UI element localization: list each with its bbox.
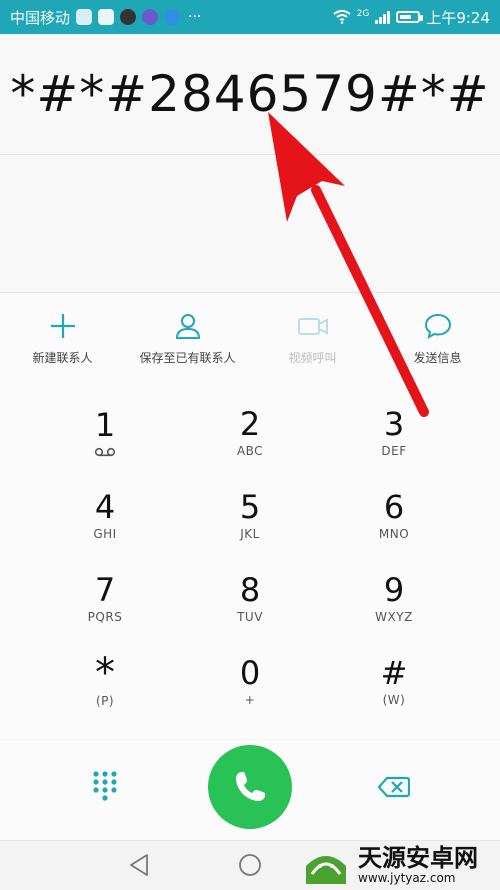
key-digit: 1 <box>94 406 116 444</box>
save-to-existing-contact-button[interactable]: 保存至已有联系人 <box>125 293 250 389</box>
video-call-label: 视频呼叫 <box>288 351 337 365</box>
key-3[interactable]: 3 DEF <box>339 391 449 473</box>
call-button[interactable] <box>208 745 292 829</box>
android-logo-icon <box>306 856 346 884</box>
key-7[interactable]: 7 PQRS <box>50 557 160 639</box>
key-digit: 3 <box>383 405 405 443</box>
key-letters: PQRS <box>87 610 123 624</box>
key-letters: WXYZ <box>375 610 413 624</box>
key-4[interactable]: 4 GHI <box>50 474 160 556</box>
key-letters: JKL <box>240 527 260 541</box>
key-letters: ABC <box>236 444 264 458</box>
key-letters: TUV <box>237 610 263 624</box>
key-letters: (W) <box>382 693 406 707</box>
key-digit: 6 <box>383 488 405 526</box>
music-app-icon <box>142 9 159 25</box>
save-to-existing-contact-label: 保存至已有联系人 <box>139 351 236 365</box>
key-digit: # <box>380 654 408 692</box>
watermark-url: www.jytyaz.com <box>358 871 456 885</box>
video-camera-icon <box>297 318 328 335</box>
dialed-number: *#*#2846579#*# <box>10 65 490 123</box>
nav-back-button[interactable] <box>128 853 150 881</box>
key-star[interactable]: * (P) <box>50 640 160 722</box>
backspace-icon <box>377 776 411 798</box>
key-digit: * <box>95 650 115 696</box>
key-6[interactable]: 6 MNO <box>339 474 449 556</box>
key-2[interactable]: 2 ABC <box>195 391 305 473</box>
phone-icon <box>236 772 265 801</box>
key-letters: GHI <box>93 527 117 541</box>
tiktok-app-icon <box>120 9 137 25</box>
network-type-label: 2G <box>356 8 370 19</box>
new-contact-label: 新建联系人 <box>32 351 93 365</box>
nav-home-button[interactable] <box>238 853 262 881</box>
key-letters: (P) <box>95 694 115 708</box>
wifi-icon <box>333 10 351 24</box>
home-circle-icon <box>239 854 261 876</box>
key-hash[interactable]: # (W) <box>339 640 449 722</box>
backspace-button[interactable] <box>377 776 411 802</box>
video-call-button[interactable]: 视频呼叫 <box>250 293 375 389</box>
key-5[interactable]: 5 JKL <box>195 474 305 556</box>
number-display[interactable]: *#*#2846579#*# <box>0 34 500 155</box>
dialer-bottom-bar <box>0 740 500 840</box>
more-notifications-icon: ··· <box>188 9 202 25</box>
signal-icon <box>375 10 391 24</box>
battery-icon <box>396 11 424 23</box>
dialpad-toggle-button[interactable] <box>92 770 118 806</box>
photo-app-icon <box>98 9 115 25</box>
key-letters: DEF <box>381 444 407 458</box>
key-digit: 0 <box>239 654 261 692</box>
key-digit: 9 <box>383 571 405 609</box>
dial-keypad: 1 2 ABC 3 DEF 4 GHI 5 JKL 6 MNO 7 PQRS 8… <box>0 389 500 739</box>
key-digit: 2 <box>239 405 261 443</box>
key-digit: 7 <box>94 571 116 609</box>
message-bubble-icon <box>424 313 451 339</box>
status-bar: 中国移动 ··· 2G 上午9:24 <box>0 0 500 34</box>
key-9[interactable]: 9 WXYZ <box>339 557 449 639</box>
voicemail-icon <box>94 447 116 457</box>
browser-app-icon <box>164 9 181 25</box>
person-icon <box>175 314 200 339</box>
key-digit: 8 <box>239 571 261 609</box>
send-message-label: 发送信息 <box>413 351 462 365</box>
key-digit: 5 <box>239 488 261 526</box>
key-digit: 4 <box>94 488 116 526</box>
voicemail-app-icon <box>76 9 93 25</box>
key-letters: MNO <box>378 527 410 541</box>
action-row: 新建联系人 保存至已有联系人 视频呼叫 发送信息 <box>0 292 500 390</box>
key-8[interactable]: 8 TUV <box>195 557 305 639</box>
new-contact-button[interactable]: 新建联系人 <box>0 293 125 389</box>
key-0[interactable]: 0 + <box>195 640 305 722</box>
watermark: 天源安卓网 www.jytyaz.com <box>300 842 500 888</box>
plus-icon <box>50 314 75 338</box>
clock: 上午9:24 <box>426 8 490 27</box>
key-letters: + <box>244 693 256 707</box>
back-triangle-icon <box>130 854 148 876</box>
key-1[interactable]: 1 <box>50 391 160 473</box>
send-message-button[interactable]: 发送信息 <box>375 293 500 389</box>
dialpad-icon <box>93 771 117 801</box>
suggestion-area <box>0 155 500 291</box>
watermark-title: 天源安卓网 <box>358 844 478 872</box>
carrier-label: 中国移动 <box>10 8 71 27</box>
